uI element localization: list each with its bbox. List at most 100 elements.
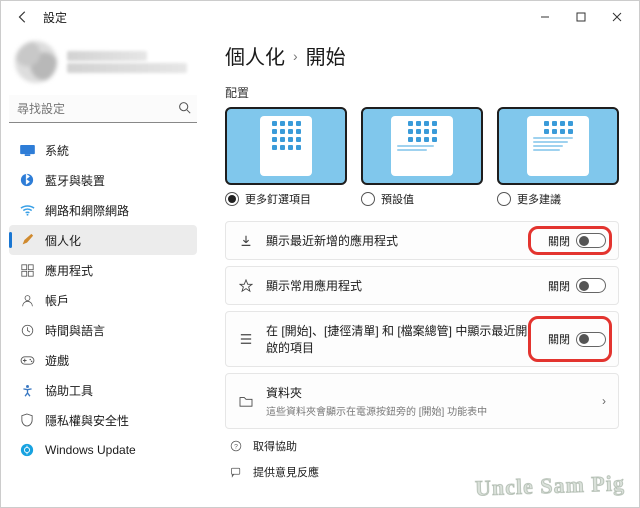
gaming-icon xyxy=(19,352,35,368)
arrow-left-icon xyxy=(16,10,30,24)
feedback-link[interactable]: 提供意見反應 xyxy=(229,461,619,483)
search-box[interactable] xyxy=(9,95,197,123)
close-icon xyxy=(612,12,622,22)
footer-links: ? 取得協助 提供意見反應 xyxy=(225,435,619,483)
bluetooth-icon xyxy=(19,172,35,188)
time-icon xyxy=(19,322,35,338)
setting-most-used: 顯示常用應用程式關閉 xyxy=(225,266,619,305)
layout-section-label: 配置 xyxy=(225,84,619,101)
sidebar-item-account[interactable]: 帳戶 xyxy=(9,285,197,315)
sidebar-item-system[interactable]: 系統 xyxy=(9,135,197,165)
sidebar-item-label: Windows Update xyxy=(45,443,136,457)
update-icon xyxy=(19,442,35,458)
sidebar-item-label: 遊戲 xyxy=(45,352,69,369)
list-icon xyxy=(238,331,254,347)
minimize-icon xyxy=(540,12,550,22)
minimize-button[interactable] xyxy=(527,3,563,31)
layout-option-more-recs[interactable] xyxy=(497,107,619,185)
breadcrumb-current: 開始 xyxy=(306,41,346,70)
layout-radio-label: 更多建議 xyxy=(517,191,561,207)
sidebar-item-label: 系統 xyxy=(45,142,69,159)
sidebar-item-label: 藍牙與裝置 xyxy=(45,172,105,189)
sidebar-item-gaming[interactable]: 遊戲 xyxy=(9,345,197,375)
layout-previews xyxy=(225,107,619,185)
sidebar-item-wifi[interactable]: 網路和網際網路 xyxy=(9,195,197,225)
feedback-icon xyxy=(229,465,243,479)
avatar xyxy=(15,41,57,83)
account-icon xyxy=(19,292,35,308)
svg-text:?: ? xyxy=(234,443,238,450)
setting-recent-items: 在 [開始]、[捷徑清單] 和 [檔案總管] 中顯示最近開啟的項目關閉 xyxy=(225,311,619,367)
sidebar-item-brush[interactable]: 個人化 xyxy=(9,225,197,255)
user-block[interactable] xyxy=(9,37,197,93)
sidebar-item-time[interactable]: 時間與語言 xyxy=(9,315,197,345)
setting-title: 在 [開始]、[捷徑清單] 和 [檔案總管] 中顯示最近開啟的項目 xyxy=(266,322,536,356)
star-icon xyxy=(238,278,254,294)
close-button[interactable] xyxy=(599,3,635,31)
nav-list: 系統藍牙與裝置網路和網際網路個人化應用程式帳戶時間與語言遊戲協助工具隱私權與安全… xyxy=(9,135,197,465)
sidebar-item-label: 網路和網際網路 xyxy=(45,202,129,219)
wifi-icon xyxy=(19,202,35,218)
sidebar-item-label: 隱私權與安全性 xyxy=(45,412,129,429)
toggle-recent-items[interactable] xyxy=(576,332,606,347)
main-content: 個人化 › 開始 配置 更多釘選項目預設值更多建議 顯示最近新增的應用程式關閉顯… xyxy=(205,33,639,507)
chevron-right-icon: › xyxy=(602,394,606,408)
sidebar-item-apps[interactable]: 應用程式 xyxy=(9,255,197,285)
back-button[interactable] xyxy=(11,5,35,29)
layout-radio-1[interactable]: 預設值 xyxy=(361,191,483,207)
setting-folders[interactable]: 資料夾這些資料夾會顯示在電源按鈕旁的 [開始] 功能表中› xyxy=(225,373,619,429)
breadcrumb: 個人化 › 開始 xyxy=(225,41,619,70)
sidebar-item-label: 個人化 xyxy=(45,232,81,249)
toggle-recent-apps[interactable] xyxy=(576,233,606,248)
toggle-most-used[interactable] xyxy=(576,278,606,293)
settings-list: 顯示最近新增的應用程式關閉顯示常用應用程式關閉在 [開始]、[捷徑清單] 和 [… xyxy=(225,221,619,429)
setting-recent-apps: 顯示最近新增的應用程式關閉 xyxy=(225,221,619,260)
window-title: 設定 xyxy=(43,9,67,26)
maximize-button[interactable] xyxy=(563,3,599,31)
layout-radio-label: 預設值 xyxy=(381,191,414,207)
brush-icon xyxy=(19,232,35,248)
layout-radio-0[interactable]: 更多釘選項目 xyxy=(225,191,347,207)
toggle-state-label: 關閉 xyxy=(548,233,570,249)
search-input[interactable] xyxy=(9,95,197,123)
sidebar-item-privacy[interactable]: 隱私權與安全性 xyxy=(9,405,197,435)
sidebar-item-update[interactable]: Windows Update xyxy=(9,435,197,465)
sidebar-item-label: 應用程式 xyxy=(45,262,93,279)
titlebar: 設定 xyxy=(1,1,639,33)
radio-icon xyxy=(225,192,239,206)
search-icon xyxy=(178,101,191,117)
layout-radio-2[interactable]: 更多建議 xyxy=(497,191,619,207)
sidebar-item-access[interactable]: 協助工具 xyxy=(9,375,197,405)
sidebar-item-bluetooth[interactable]: 藍牙與裝置 xyxy=(9,165,197,195)
user-name-redacted xyxy=(67,51,147,61)
setting-title: 顯示常用應用程式 xyxy=(266,277,536,294)
privacy-icon xyxy=(19,412,35,428)
sidebar: 系統藍牙與裝置網路和網際網路個人化應用程式帳戶時間與語言遊戲協助工具隱私權與安全… xyxy=(1,33,205,507)
setting-title: 資料夾 xyxy=(266,384,584,401)
feedback-label: 提供意見反應 xyxy=(253,464,319,480)
folder-icon xyxy=(238,393,254,409)
layout-option-more-pins[interactable] xyxy=(225,107,347,185)
apps-icon xyxy=(19,262,35,278)
sidebar-item-label: 時間與語言 xyxy=(45,322,105,339)
radio-icon xyxy=(361,192,375,206)
breadcrumb-parent[interactable]: 個人化 xyxy=(225,41,285,70)
help-icon: ? xyxy=(229,439,243,453)
layout-radio-label: 更多釘選項目 xyxy=(245,191,311,207)
get-help-label: 取得協助 xyxy=(253,438,297,454)
chevron-right-icon: › xyxy=(293,48,298,64)
sidebar-item-label: 帳戶 xyxy=(45,292,69,309)
radio-icon xyxy=(497,192,511,206)
user-email-redacted xyxy=(67,63,187,73)
sidebar-item-label: 協助工具 xyxy=(45,382,93,399)
layout-option-default[interactable] xyxy=(361,107,483,185)
toggle-state-label: 關閉 xyxy=(548,278,570,294)
system-icon xyxy=(19,142,35,158)
download-icon xyxy=(238,233,254,249)
get-help-link[interactable]: ? 取得協助 xyxy=(229,435,619,457)
setting-title: 顯示最近新增的應用程式 xyxy=(266,232,536,249)
toggle-state-label: 關閉 xyxy=(548,331,570,347)
layout-radios: 更多釘選項目 預設值 更多建議 xyxy=(225,191,619,207)
access-icon xyxy=(19,382,35,398)
maximize-icon xyxy=(576,12,586,22)
